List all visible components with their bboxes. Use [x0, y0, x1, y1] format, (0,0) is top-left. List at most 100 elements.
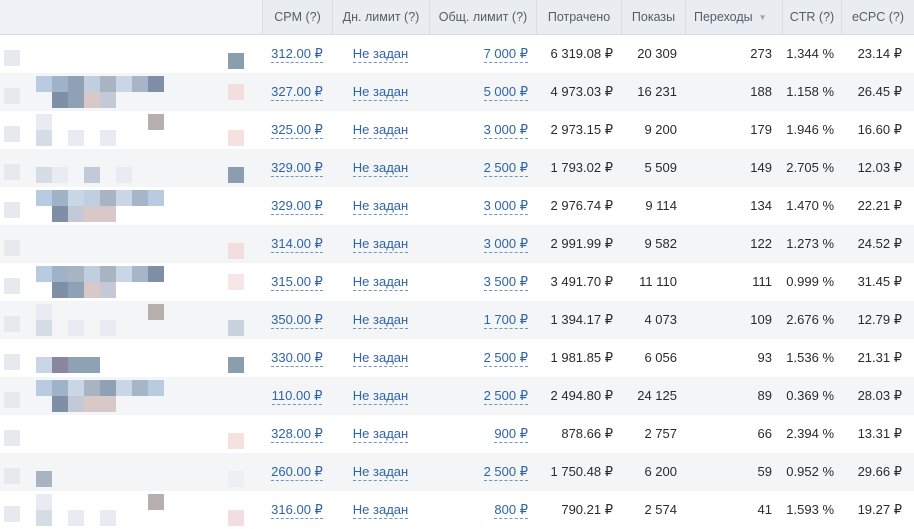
cell-cpm: 329.00 ₽: [262, 149, 332, 187]
cell-spent: 1 793.02 ₽: [550, 160, 614, 175]
cell-impressions: 2 574: [644, 502, 677, 517]
header-spent[interactable]: Потрачено: [536, 0, 621, 34]
cell-daily-limit: Не задан: [332, 35, 429, 73]
cell-daily-limit: Не задан: [332, 377, 429, 415]
cell-ctr: 1.593 %: [786, 502, 834, 517]
cell-ecpc: 23.14 ₽: [857, 46, 902, 61]
cell-cpm-link[interactable]: 330.00 ₽: [271, 351, 323, 367]
blur-pixel: [52, 266, 68, 282]
campaign-name-blurred: [0, 225, 262, 263]
cell-daily-limit-link[interactable]: Не задан: [352, 389, 409, 405]
cell-daily-limit-link[interactable]: Не задан: [352, 465, 409, 481]
blur-pixel: [36, 76, 52, 92]
cell-cpm-link[interactable]: 315.00 ₽: [271, 275, 323, 291]
cell-total-limit-link[interactable]: 2 500 ₽: [483, 351, 528, 367]
cell-total-limit-link[interactable]: 3 000 ₽: [483, 237, 528, 253]
cell-daily-limit: Не задан: [332, 111, 429, 149]
cell-cpm-link[interactable]: 329.00 ₽: [271, 199, 323, 215]
cell-cpm-link[interactable]: 316.00 ₽: [271, 503, 323, 519]
header-ctr[interactable]: CTR (?): [782, 0, 841, 34]
cell-daily-limit-link[interactable]: Не задан: [352, 47, 409, 63]
cell-total-limit-link[interactable]: 3 000 ₽: [483, 123, 528, 139]
cell-daily-limit: Не задан: [332, 301, 429, 339]
blur-pixel: [148, 114, 164, 130]
cell-ctr: 2.394 %: [786, 426, 834, 441]
header-daily-limit[interactable]: Дн. лимит (?): [332, 0, 429, 34]
table-row: 316.00 ₽ Не задан 800 ₽ 790.21 ₽ 2 574 41 1.59…: [0, 491, 914, 529]
cell-total-limit-link[interactable]: 1 700 ₽: [483, 313, 528, 329]
blur-pixel: [36, 494, 52, 510]
cell-ecpc: 31.45 ₽: [857, 274, 902, 289]
cell-cpm: 260.00 ₽: [262, 453, 332, 491]
cell-daily-limit-link[interactable]: Не задан: [352, 161, 409, 177]
cell-total-limit-link[interactable]: 7 000 ₽: [483, 47, 528, 63]
cell-daily-limit-link[interactable]: Не задан: [352, 199, 409, 215]
cell-daily-limit-link[interactable]: Не задан: [352, 351, 409, 367]
header-clicks[interactable]: Переходы ▼: [685, 0, 782, 34]
header-cpm[interactable]: CPM (?): [262, 0, 332, 34]
cell-total-limit-link[interactable]: 2 500 ₽: [483, 161, 528, 177]
blur-pixel: [84, 206, 100, 222]
cell-cpm: 329.00 ₽: [262, 187, 332, 225]
campaign-name-blurred: [0, 415, 262, 453]
header-total-limit[interactable]: Общ. лимит (?): [429, 0, 536, 34]
table-row: 110.00 ₽ Не задан 2 500 ₽ 2 494.80 ₽ 24 125 8…: [0, 377, 914, 415]
cell-spent: 2 991.99 ₽: [550, 236, 614, 251]
cell-total-limit: 3 000 ₽: [429, 225, 536, 263]
cell-impressions: 4 073: [644, 312, 677, 327]
cell-daily-limit-link[interactable]: Не задан: [352, 427, 409, 443]
cell-daily-limit-link[interactable]: Не задан: [352, 237, 409, 253]
blur-pixel: [36, 320, 52, 336]
cell-daily-limit-link[interactable]: Не задан: [352, 85, 409, 101]
cell-clicks: 89: [757, 388, 772, 403]
cell-total-limit: 3 000 ₽: [429, 187, 536, 225]
cell-impressions: 16 231: [637, 84, 677, 99]
cell-total-limit: 900 ₽: [429, 415, 536, 453]
cell-total-limit-link[interactable]: 2 500 ₽: [483, 389, 528, 405]
cell-cpm-link[interactable]: 110.00 ₽: [271, 389, 323, 405]
table-row: 329.00 ₽ Не задан 3 000 ₽ 2 976.74 ₽ 9 114 13…: [0, 187, 914, 225]
campaign-name-blurred: [0, 301, 262, 339]
table-row: 327.00 ₽ Не задан 5 000 ₽ 4 973.03 ₽ 16 231 1…: [0, 73, 914, 111]
header-ecpc[interactable]: eCPC (?): [841, 0, 914, 34]
cell-impressions: 24 125: [637, 388, 677, 403]
cell-cpm-link[interactable]: 328.00 ₽: [271, 427, 323, 443]
cell-total-limit-link[interactable]: 3 000 ₽: [483, 199, 528, 215]
blur-pixel: [228, 84, 244, 100]
cell-impressions: 2 757: [644, 426, 677, 441]
cell-daily-limit-link[interactable]: Не задан: [352, 275, 409, 291]
cell-cpm-link[interactable]: 327.00 ₽: [271, 85, 323, 101]
cell-daily-limit-link[interactable]: Не задан: [352, 313, 409, 329]
cell-daily-limit: Не задан: [332, 491, 429, 529]
cell-total-limit-link[interactable]: 3 500 ₽: [483, 275, 528, 291]
cell-cpm-link[interactable]: 260.00 ₽: [271, 465, 323, 481]
cell-cpm-link[interactable]: 314.00 ₽: [271, 237, 323, 253]
cell-total-limit-link[interactable]: 800 ₽: [494, 503, 528, 519]
cell-total-limit-link[interactable]: 900 ₽: [494, 427, 528, 443]
checkbox-placeholder: [4, 316, 20, 332]
checkbox-placeholder: [4, 506, 20, 522]
cell-cpm-link[interactable]: 329.00 ₽: [271, 161, 323, 177]
blur-pixel: [100, 320, 116, 336]
cell-cpm: 325.00 ₽: [262, 111, 332, 149]
cell-total-limit-link[interactable]: 5 000 ₽: [483, 85, 528, 101]
header-clicks-label: Переходы: [694, 10, 753, 24]
cell-cpm: 110.00 ₽: [262, 377, 332, 415]
cell-impressions: 9 200: [644, 122, 677, 137]
blur-pixel: [100, 76, 116, 92]
cell-cpm-link[interactable]: 312.00 ₽: [271, 47, 323, 63]
blur-pixel: [84, 357, 100, 373]
cell-ecpc: 29.66 ₽: [857, 464, 902, 479]
cell-daily-limit-link[interactable]: Не задан: [352, 503, 409, 519]
table-row: 329.00 ₽ Не задан 2 500 ₽ 1 793.02 ₽ 5 509 14…: [0, 149, 914, 187]
cell-spent: 1 750.48 ₽: [550, 464, 614, 479]
blur-pixel: [132, 190, 148, 206]
cell-total-limit: 5 000 ₽: [429, 73, 536, 111]
campaign-name-blurred: [0, 111, 262, 149]
header-impressions[interactable]: Показы: [621, 0, 685, 34]
cell-total-limit-link[interactable]: 2 500 ₽: [483, 465, 528, 481]
cell-cpm-link[interactable]: 325.00 ₽: [271, 123, 323, 139]
cell-cpm-link[interactable]: 350.00 ₽: [271, 313, 323, 329]
cell-total-limit: 2 500 ₽: [429, 377, 536, 415]
cell-daily-limit-link[interactable]: Не задан: [352, 123, 409, 139]
